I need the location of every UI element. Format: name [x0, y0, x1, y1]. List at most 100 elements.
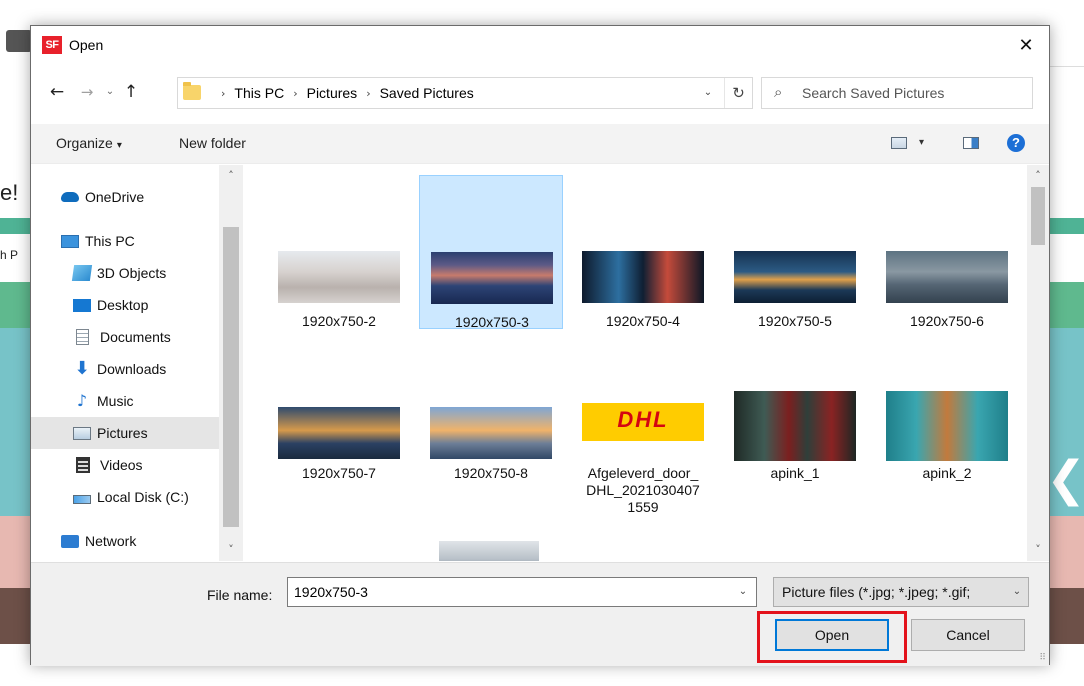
sidebar-item-downloads[interactable]: ⬇ Downloads [31, 353, 219, 385]
image-thumbnail [734, 251, 856, 303]
file-selection-bar: File name: ⌄ Picture files (*.jpg; *.jpe… [31, 562, 1049, 666]
file-name-line: Afgeleverd_door_ [587, 465, 699, 481]
breadcrumb: › This PC › Pictures › Saved Pictures [212, 78, 474, 108]
close-button[interactable]: ✕ [1003, 26, 1049, 66]
file-type-value: Picture files (*.jpg; *.jpeg; *.gif; [782, 584, 971, 600]
scrollbar-thumb[interactable] [223, 227, 239, 527]
file-type-select[interactable]: Picture files (*.jpg; *.jpeg; *.gif; ⌄ [773, 577, 1029, 607]
dialog-title: Open [69, 37, 104, 53]
file-type-dropdown-chevron-icon[interactable]: ⌄ [1006, 578, 1028, 606]
image-thumbnail: DHL [582, 391, 704, 457]
file-name-label: 1920x750-8 [454, 465, 528, 481]
folder-icon [183, 82, 201, 100]
search-input[interactable] [802, 79, 1026, 107]
change-view-icon[interactable] [891, 137, 907, 149]
open-button[interactable]: Open [775, 619, 889, 651]
command-toolbar: Organize ▾ New folder ▾ ? [31, 124, 1049, 164]
file-item[interactable]: 1920x750-4 [571, 175, 715, 329]
breadcrumb-this-pc[interactable]: This PC [234, 85, 284, 101]
sidebar-item-network[interactable]: Network [31, 525, 219, 557]
sidebar-item-label: OneDrive [85, 189, 145, 205]
file-item-selected[interactable]: 1920x750-3 [419, 175, 563, 330]
image-thumbnail [886, 251, 1008, 303]
navigation-pane-scrollbar[interactable]: ˄ ˅ [219, 165, 243, 561]
scroll-down-arrow-icon[interactable]: ˅ [219, 543, 243, 556]
file-list-scrollbar[interactable]: ˄ ˅ [1027, 165, 1049, 561]
image-thumbnail [278, 251, 400, 303]
file-item[interactable]: 1920x750-5 [723, 175, 867, 329]
breadcrumb-pictures[interactable]: Pictures [307, 85, 358, 101]
address-dropdown-chevron-icon[interactable]: ⌄ [696, 78, 720, 108]
resize-grip-icon[interactable]: ⠿ [1039, 653, 1046, 663]
sidebar-item-documents[interactable]: Documents [31, 321, 219, 353]
view-options-caret-icon[interactable]: ▾ [919, 137, 924, 148]
network-icon [61, 534, 79, 548]
address-bar[interactable]: › This PC › Pictures › Saved Pictures ⌄ … [177, 77, 753, 109]
sidebar-item-label: Documents [100, 329, 171, 345]
forward-arrow-icon[interactable]: → [75, 80, 99, 104]
file-name-input[interactable] [288, 578, 728, 606]
scroll-down-arrow-icon[interactable]: ˅ [1027, 543, 1049, 556]
file-item[interactable]: 1920x750-7 [267, 335, 411, 489]
refresh-icon[interactable]: ↻ [724, 78, 752, 108]
file-name-line: 1559 [627, 499, 659, 515]
help-icon[interactable]: ? [1007, 134, 1025, 152]
file-item[interactable]: apink_2 [875, 335, 1019, 489]
image-thumbnail-partial[interactable] [439, 541, 539, 561]
up-arrow-icon[interactable]: ↑ [119, 80, 143, 104]
sidebar-item-label: This PC [85, 233, 135, 249]
sidebar-item-desktop[interactable]: Desktop [31, 289, 219, 321]
file-name-combobox[interactable]: ⌄ [287, 577, 757, 607]
file-item[interactable]: 1920x750-2 [267, 175, 411, 329]
back-arrow-icon[interactable]: ← [43, 80, 71, 104]
breadcrumb-separator-icon[interactable]: › [221, 87, 225, 100]
sidebar-item-3d-objects[interactable]: 3D Objects [31, 257, 219, 289]
organize-label: Organize [56, 135, 113, 151]
sidebar-item-pictures[interactable]: Pictures [31, 417, 219, 449]
file-name-label: 1920x750-6 [910, 313, 984, 329]
file-item[interactable]: 1920x750-6 [875, 175, 1019, 329]
sidebar-item-onedrive[interactable]: OneDrive [31, 181, 219, 213]
sidebar-item-music[interactable]: ♪ Music [31, 385, 219, 417]
sidebar-item-label: Downloads [97, 361, 167, 377]
banner-next-chevron-icon[interactable]: ❮ [1046, 455, 1084, 503]
sidebar-item-videos[interactable]: Videos [31, 449, 219, 481]
image-thumbnail [431, 252, 553, 304]
file-name-dropdown-chevron-icon[interactable]: ⌄ [730, 578, 756, 606]
cancel-button[interactable]: Cancel [911, 619, 1025, 651]
preview-pane-icon[interactable] [963, 137, 979, 149]
recent-locations-chevron-icon[interactable]: ⌄ [101, 80, 119, 104]
onedrive-cloud-icon [61, 192, 79, 202]
sidebar-item-this-pc[interactable]: This PC [31, 225, 219, 257]
file-item[interactable]: apink_1 [723, 335, 867, 489]
file-item[interactable]: 1920x750-8 [419, 335, 563, 489]
background-top-bar [0, 0, 1084, 10]
app-logo-icon: SF [42, 36, 62, 54]
breadcrumb-saved-pictures[interactable]: Saved Pictures [380, 85, 474, 101]
background-text-fragment: h P [0, 248, 19, 262]
file-name-label: 1920x750-5 [758, 313, 832, 329]
new-folder-button[interactable]: New folder [179, 135, 246, 151]
3d-objects-icon [71, 265, 93, 281]
file-name-label: 1920x750-4 [606, 313, 680, 329]
file-name-label: 1920x750-3 [455, 314, 529, 330]
organize-menu-button[interactable]: Organize ▾ [56, 135, 122, 151]
local-disk-icon [73, 495, 91, 504]
search-box[interactable]: ⌕ [761, 77, 1033, 109]
background-truck-icon [6, 30, 32, 52]
sidebar-item-local-disk[interactable]: Local Disk (C:) [31, 481, 219, 513]
breadcrumb-separator-icon[interactable]: › [293, 87, 297, 100]
open-file-dialog: SF Open ✕ ← → ⌄ ↑ › This PC › Pictures ›… [30, 25, 1050, 666]
breadcrumb-separator-icon[interactable]: › [366, 87, 370, 100]
title-bar[interactable]: SF Open ✕ [31, 26, 1049, 66]
computer-icon [61, 234, 79, 248]
file-name-label: File name: [207, 587, 273, 603]
scroll-up-arrow-icon[interactable]: ˄ [1027, 169, 1049, 182]
scroll-up-arrow-icon[interactable]: ˄ [219, 169, 243, 182]
scrollbar-thumb[interactable] [1031, 187, 1045, 245]
sidebar-item-label: Network [85, 533, 137, 549]
image-thumbnail [886, 391, 1008, 461]
desktop-icon [73, 298, 91, 312]
file-name-label: 1920x750-7 [302, 465, 376, 481]
file-item[interactable]: DHL Afgeleverd_door_ DHL_2021030407 1559 [571, 335, 715, 515]
